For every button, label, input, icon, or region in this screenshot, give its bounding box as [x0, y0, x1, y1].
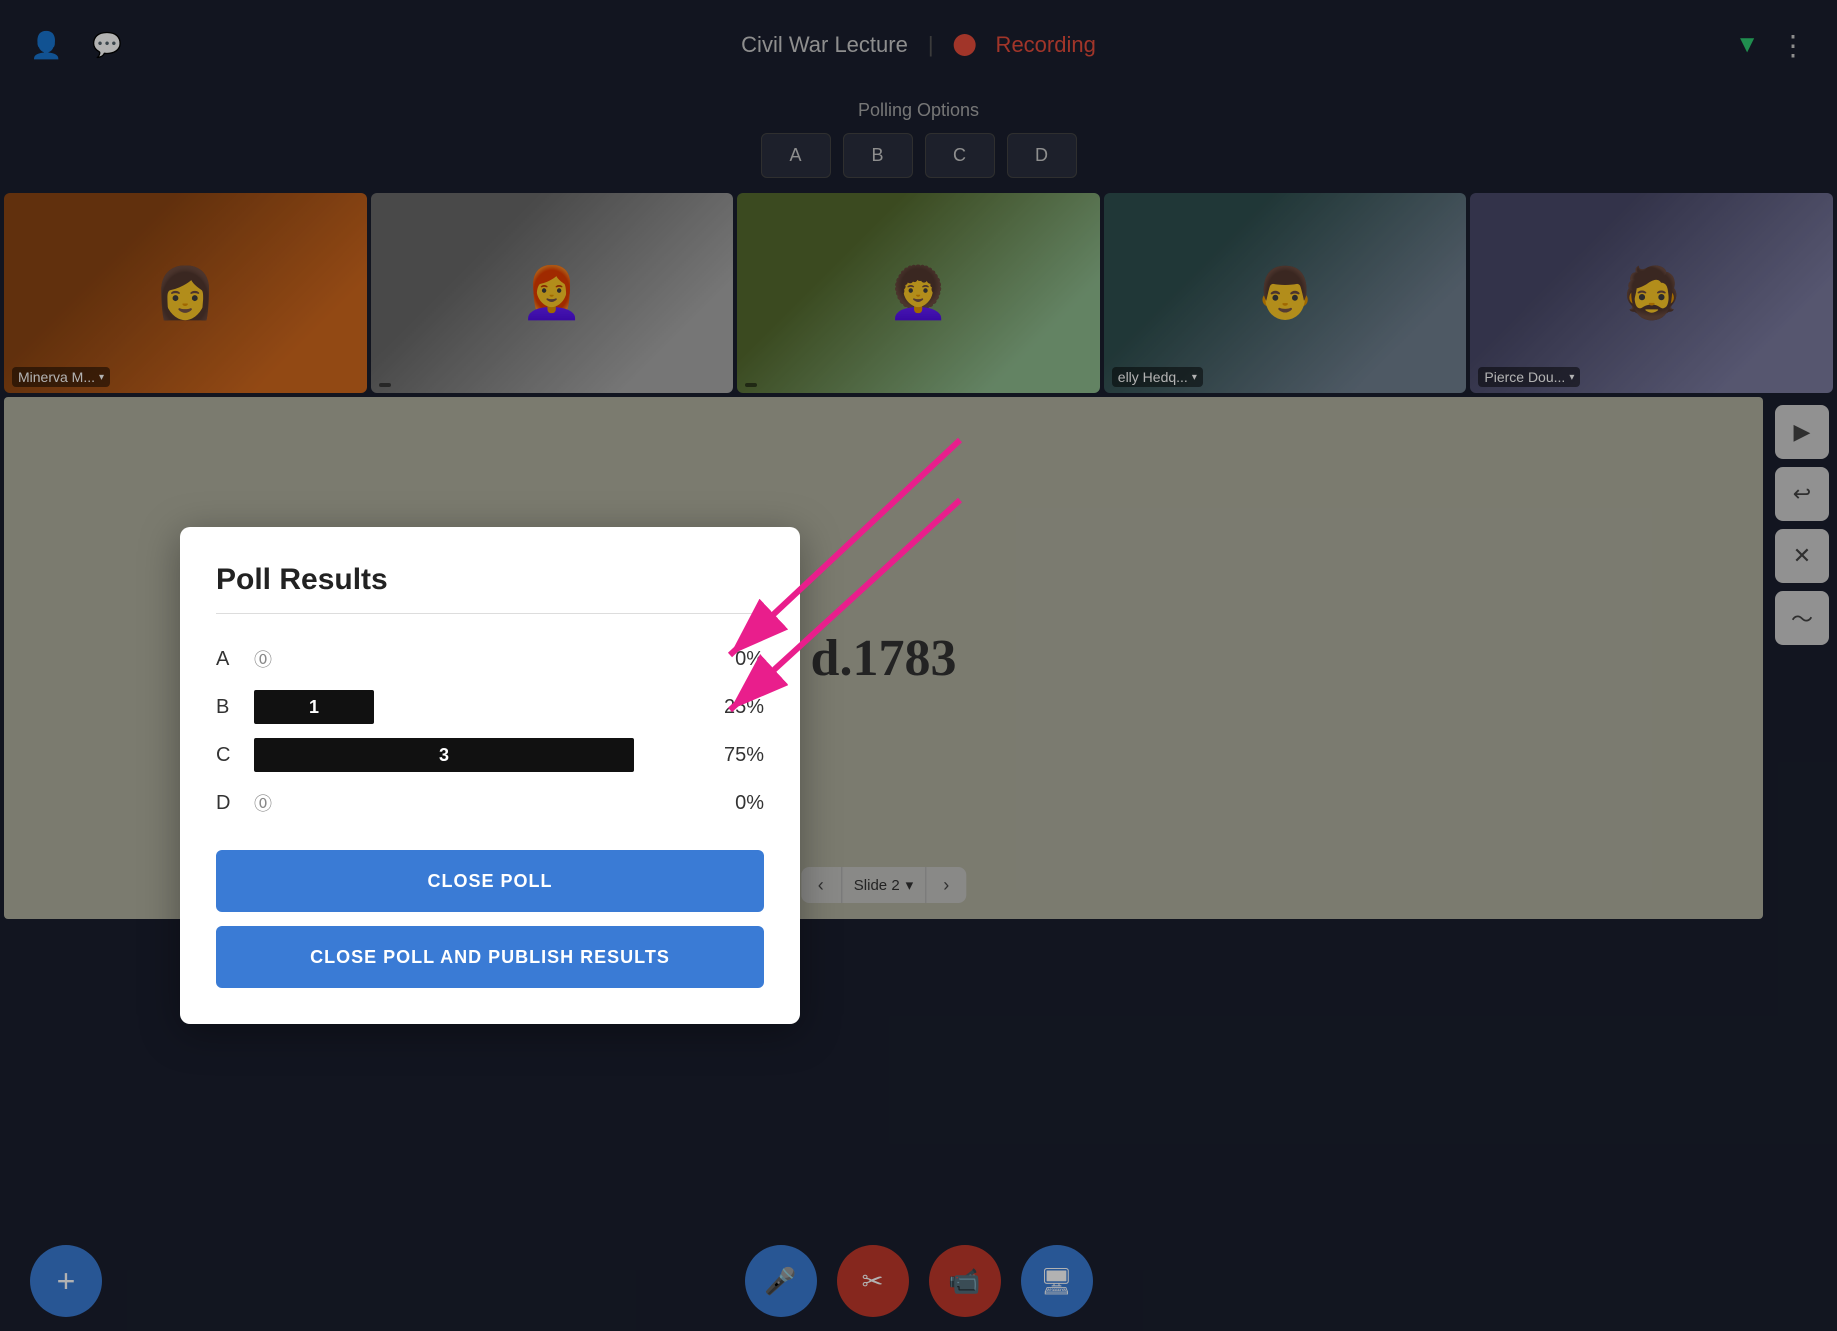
poll-row-d: D ⓪ 0% [216, 786, 764, 820]
close-publish-button[interactable]: CLOSE POLL AND PUBLISH RESULTS [216, 926, 764, 988]
poll-letter-b: B [216, 696, 240, 719]
modal-divider [216, 613, 764, 614]
poll-pct-c: 75% [704, 744, 764, 767]
poll-row-a: A ⓪ 0% [216, 642, 764, 676]
poll-row-b: B 1 25% [216, 690, 764, 724]
poll-pct-a: 0% [704, 648, 764, 671]
poll-pct-b: 25% [704, 696, 764, 719]
poll-bar-area-c: 3 [254, 738, 690, 772]
poll-bar-area-b: 1 [254, 690, 690, 724]
poll-letter-a: A [216, 648, 240, 671]
poll-pct-d: 0% [704, 792, 764, 815]
poll-bar-area-d: ⓪ [254, 786, 690, 820]
poll-zero-d: ⓪ [254, 790, 272, 816]
poll-results-modal: Poll Results A ⓪ 0% B 1 25% C [180, 527, 800, 1024]
modal-title: Poll Results [216, 563, 764, 597]
poll-row-c: C 3 75% [216, 738, 764, 772]
poll-bar-c: 3 [254, 738, 634, 772]
modal-overlay: Poll Results A ⓪ 0% B 1 25% C [0, 0, 1837, 1331]
poll-bar-b: 1 [254, 690, 374, 724]
poll-letter-c: C [216, 744, 240, 767]
poll-bar-area-a: ⓪ [254, 642, 690, 676]
poll-zero-a: ⓪ [254, 646, 272, 672]
poll-results-table: A ⓪ 0% B 1 25% C 3 75% [216, 642, 764, 820]
close-poll-button[interactable]: CLOSE POLL [216, 850, 764, 912]
poll-letter-d: D [216, 792, 240, 815]
